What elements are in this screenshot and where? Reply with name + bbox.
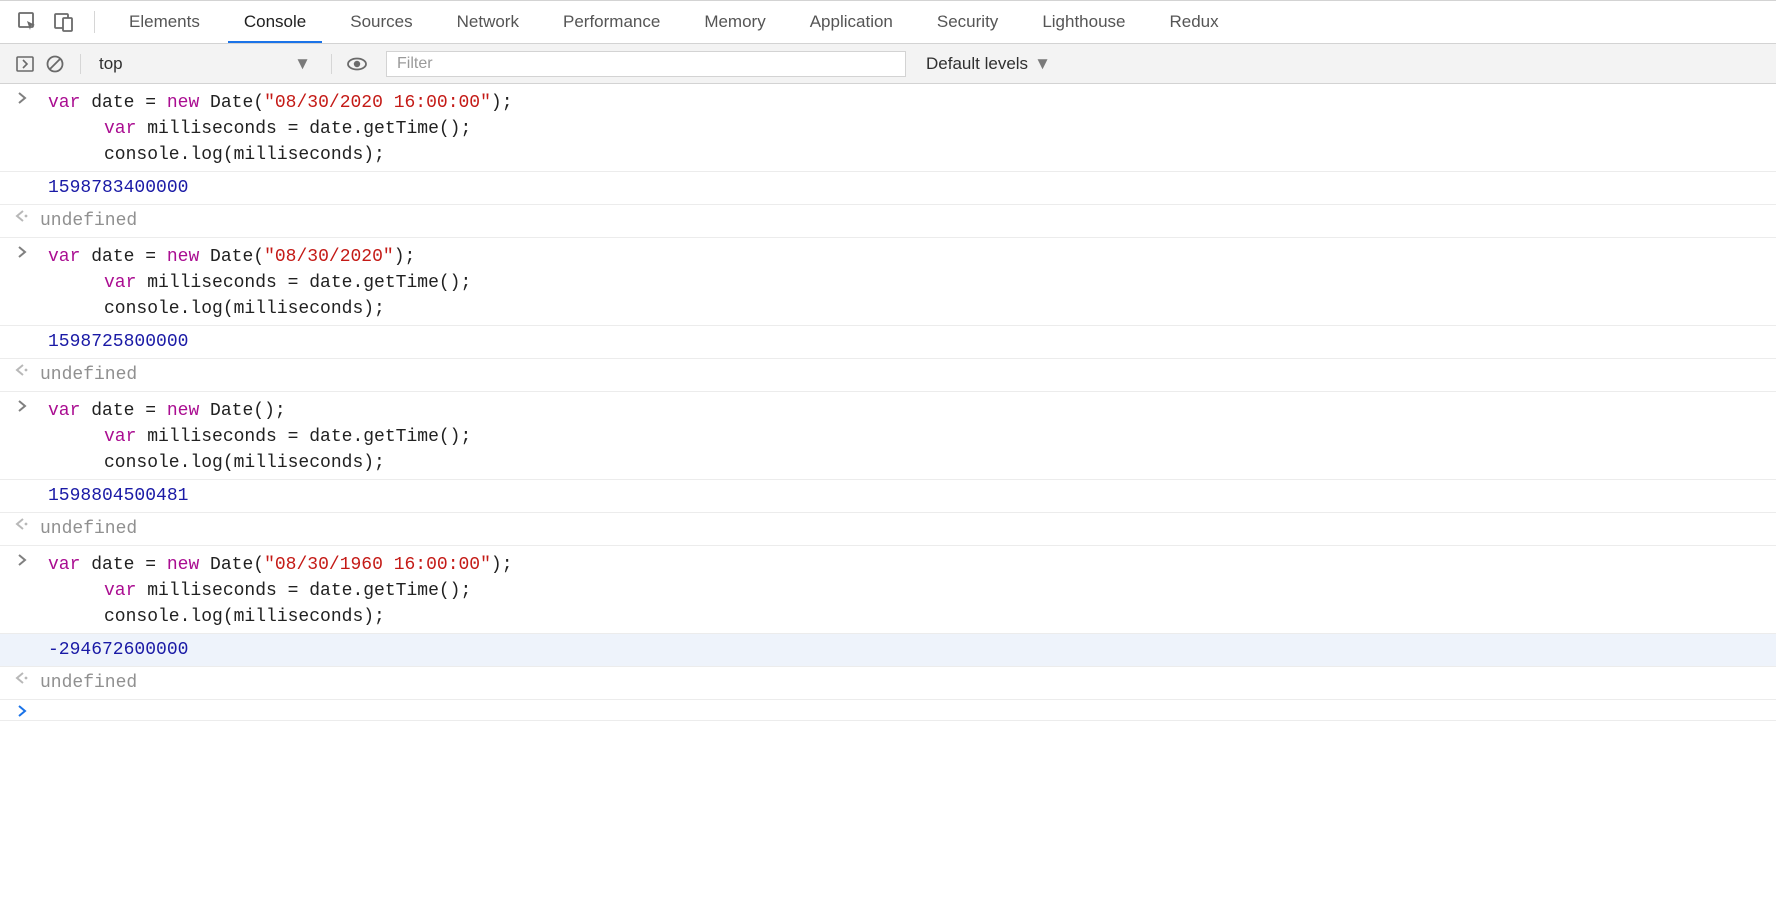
- tab-elements[interactable]: Elements: [107, 1, 222, 43]
- console-log-row: 1598804500481: [0, 480, 1776, 513]
- console-command: var date = new Date("08/30/1960 16:00:00…: [34, 552, 513, 630]
- tab-console[interactable]: Console: [222, 1, 328, 43]
- tab-sources[interactable]: Sources: [328, 1, 434, 43]
- inspect-icon[interactable]: [14, 8, 42, 36]
- console-log-row: -294672600000: [0, 634, 1776, 667]
- console-input-row: var date = new Date("08/30/2020");var mi…: [0, 238, 1776, 326]
- clear-console-icon[interactable]: [40, 50, 70, 78]
- console-return-row: undefined: [0, 359, 1776, 392]
- execution-context-label: top: [99, 54, 123, 74]
- blank-gutter: [10, 175, 34, 177]
- blank-gutter: [10, 637, 34, 639]
- console-log-value: 1598725800000: [34, 329, 188, 355]
- console-output[interactable]: var date = new Date("08/30/2020 16:00:00…: [0, 84, 1776, 721]
- tab-memory[interactable]: Memory: [682, 1, 787, 43]
- live-expression-icon[interactable]: [342, 50, 372, 78]
- blank-gutter: [10, 329, 34, 331]
- input-chevron-icon: [10, 552, 34, 566]
- console-return-row: undefined: [0, 513, 1776, 546]
- input-chevron-icon: [10, 90, 34, 104]
- return-chevron-icon: [10, 362, 34, 376]
- divider: [94, 11, 95, 33]
- console-return-value: undefined: [34, 670, 137, 696]
- console-command: var date = new Date("08/30/2020");var mi…: [34, 244, 471, 322]
- tab-performance[interactable]: Performance: [541, 1, 682, 43]
- execution-context-select[interactable]: top ▼: [91, 50, 321, 78]
- console-log-row: 1598783400000: [0, 172, 1776, 205]
- sidebar-toggle-icon[interactable]: [10, 50, 40, 78]
- console-return-value: undefined: [34, 516, 137, 542]
- chevron-down-icon: ▼: [294, 54, 311, 74]
- divider: [80, 54, 81, 74]
- console-log-row: 1598725800000: [0, 326, 1776, 359]
- console-command: var date = new Date();var milliseconds =…: [34, 398, 471, 476]
- console-return-row: undefined: [0, 667, 1776, 700]
- console-input-row: var date = new Date();var milliseconds =…: [0, 392, 1776, 480]
- console-command: var date = new Date("08/30/2020 16:00:00…: [34, 90, 513, 168]
- console-input-row: var date = new Date("08/30/1960 16:00:00…: [0, 546, 1776, 634]
- return-chevron-icon: [10, 670, 34, 684]
- console-input-row: var date = new Date("08/30/2020 16:00:00…: [0, 84, 1776, 172]
- tab-security[interactable]: Security: [915, 1, 1020, 43]
- tab-network[interactable]: Network: [435, 1, 541, 43]
- console-return-value: undefined: [34, 208, 137, 234]
- return-chevron-icon: [10, 208, 34, 222]
- tab-application[interactable]: Application: [788, 1, 915, 43]
- input-chevron-icon: [10, 244, 34, 258]
- blank-gutter: [10, 483, 34, 485]
- console-log-value: 1598783400000: [34, 175, 188, 201]
- device-toggle-icon[interactable]: [50, 8, 78, 36]
- console-toolbar: top ▼ Default levels ▼: [0, 44, 1776, 84]
- console-log-value: 1598804500481: [34, 483, 188, 509]
- console-prompt-row[interactable]: [0, 700, 1776, 721]
- devtools-tabbar: ElementsConsoleSourcesNetworkPerformance…: [0, 0, 1776, 44]
- return-chevron-icon: [10, 516, 34, 530]
- tab-lighthouse[interactable]: Lighthouse: [1020, 1, 1147, 43]
- tabs-container: ElementsConsoleSourcesNetworkPerformance…: [107, 1, 1241, 43]
- tab-redux[interactable]: Redux: [1148, 1, 1241, 43]
- divider: [331, 54, 332, 74]
- prompt-chevron-icon: [10, 703, 34, 717]
- input-chevron-icon: [10, 398, 34, 412]
- console-return-value: undefined: [34, 362, 137, 388]
- filter-input[interactable]: [386, 51, 906, 77]
- console-log-value: -294672600000: [34, 637, 188, 663]
- log-levels-label: Default levels: [926, 54, 1028, 74]
- chevron-down-icon: ▼: [1034, 54, 1051, 74]
- log-levels-select[interactable]: Default levels ▼: [926, 54, 1051, 74]
- console-return-row: undefined: [0, 205, 1776, 238]
